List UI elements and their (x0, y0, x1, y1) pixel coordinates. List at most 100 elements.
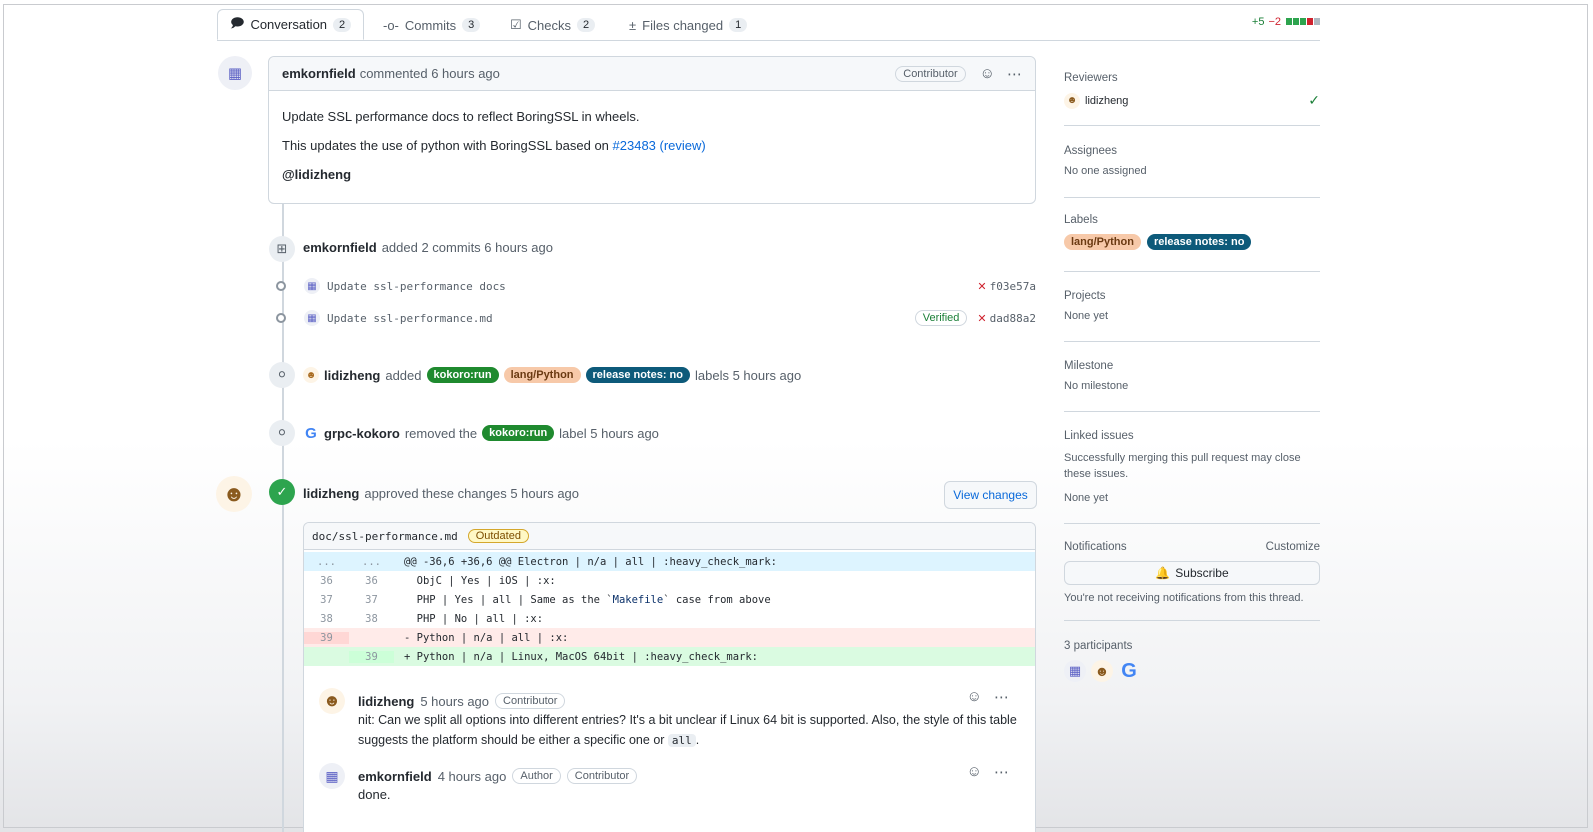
kebab-horizontal-icon[interactable]: ⋯ (994, 688, 1009, 706)
reviewer-name[interactable]: lidizheng (1085, 95, 1128, 107)
sidebar-section-title[interactable]: Projects (1064, 290, 1320, 302)
label-release-notes-no[interactable]: release notes: no (1146, 234, 1252, 250)
old-line-number[interactable]: 36 (304, 575, 349, 587)
commit-row: ▦ Update ssl-performance docs ✕ f03e57a (276, 278, 1036, 294)
event-author[interactable]: grpc-kokoro (324, 426, 400, 441)
divider (1064, 620, 1320, 621)
x-icon[interactable]: ✕ (977, 312, 986, 325)
label-release-notes-no[interactable]: release notes: no (585, 367, 690, 383)
comment-header: emkornfield commented 6 hours ago Contri… (269, 57, 1035, 91)
avatar[interactable]: ▦ (218, 56, 252, 90)
old-line-number[interactable]: 38 (304, 613, 349, 625)
author-badge: Author (512, 768, 561, 784)
event-verb: added (385, 367, 422, 383)
outdated-badge: Outdated (467, 529, 529, 543)
avatar[interactable]: ☻ (1064, 92, 1080, 109)
old-line-number[interactable]: 37 (304, 594, 349, 606)
avatar[interactable]: ☻ (1091, 660, 1113, 682)
sidebar-section-title[interactable]: Assignees (1064, 145, 1320, 157)
commit-message[interactable]: Update ssl-performance.md (327, 312, 493, 325)
avatar[interactable]: ☻ (216, 476, 252, 512)
x-icon[interactable]: ✕ (977, 280, 986, 293)
mention-text[interactable]: @lidizheng (282, 167, 351, 182)
tab-checks[interactable]: ☑ Checks 2 (510, 10, 596, 40)
additions-count: +5 (1251, 16, 1265, 28)
event-author[interactable]: lidizheng (324, 368, 380, 383)
deletions-count: −2 (1268, 16, 1281, 28)
new-line-number[interactable]: 38 (349, 613, 394, 625)
diff-file-path[interactable]: doc/ssl-performance.md (312, 530, 458, 543)
tab-conversation[interactable]: 🗩 Conversation 2 (217, 9, 365, 40)
avatar[interactable]: ▦ (304, 310, 320, 326)
diff-hunk-header[interactable]: ... ... @@ -36,6 +36,6 @@ Electron | n/a… (304, 552, 1035, 571)
new-line-number[interactable]: 39 (349, 650, 394, 663)
sidebar-section-title: 3 participants (1064, 640, 1133, 652)
event-author[interactable]: emkornfield (303, 240, 377, 255)
avatar[interactable]: ☻ (303, 367, 319, 383)
expand-hunk-right[interactable]: ... (349, 556, 394, 568)
comment-text: This updates the use of python with Bori… (282, 138, 1022, 153)
diffstat-blocks (1285, 16, 1320, 28)
sidebar-section-title[interactable]: Linked issues (1064, 430, 1320, 442)
milestone-value: No milestone (1064, 380, 1129, 392)
kebab-horizontal-icon[interactable]: ⋯ (994, 763, 1009, 781)
review-link[interactable]: #23483 (review) (613, 138, 706, 153)
label-kokoro-run[interactable]: kokoro:run (482, 425, 555, 441)
old-line-number[interactable]: 39 (304, 631, 349, 644)
commit-sha[interactable]: dad88a2 (990, 312, 1036, 325)
label-lang-python[interactable]: lang/Python (503, 367, 581, 383)
inline-code: all (667, 734, 696, 747)
tab-files-changed[interactable]: ± Files changed 1 (629, 10, 748, 40)
git-commit-icon: -o- (383, 17, 399, 33)
contributor-badge: Contributor (895, 65, 966, 82)
sidebar-notifications: Notifications Customize 🔔 Subscribe You'… (1064, 541, 1320, 621)
divider (1064, 271, 1320, 272)
commit-sha[interactable]: f03e57a (990, 280, 1036, 293)
label-kokoro-run[interactable]: kokoro:run (426, 367, 499, 383)
sidebar-section-title[interactable]: Milestone (1064, 360, 1320, 372)
avatar[interactable]: ▦ (1064, 660, 1086, 682)
tab-counter: 2 (333, 17, 352, 32)
view-changes-button[interactable]: View changes (944, 481, 1037, 509)
comment-timestamp[interactable]: commented 6 hours ago (360, 66, 500, 81)
review-comment-body: nit: Can we split all options into diffe… (319, 710, 1029, 751)
kebab-horizontal-icon[interactable]: ⋯ (1007, 65, 1022, 83)
google-logo-icon[interactable]: G (303, 425, 319, 442)
new-line-number[interactable]: 37 (349, 594, 394, 606)
reviewer-item[interactable]: ☻ lidizheng ✓ (1064, 92, 1320, 109)
comment-timestamp[interactable]: 4 hours ago (438, 769, 507, 784)
commits-event: emkornfield added 2 commits 6 hours ago (303, 240, 553, 255)
avatar[interactable]: ▦ (304, 278, 320, 294)
event-text: label 5 hours ago (559, 425, 659, 441)
google-logo-icon[interactable]: G (1118, 660, 1140, 682)
smiley-icon[interactable]: ☺ (967, 763, 982, 781)
customize-link[interactable]: Customize (1266, 541, 1320, 553)
comment-author[interactable]: emkornfield (358, 769, 432, 784)
file-diff-icon: ± (629, 17, 637, 33)
comment-timestamp[interactable]: 5 hours ago (420, 694, 489, 709)
sidebar-section-title[interactable]: Reviewers (1064, 72, 1320, 84)
divider (1064, 341, 1320, 342)
comment-author[interactable]: lidizheng (358, 694, 414, 709)
mention[interactable]: @lidizheng (282, 167, 1022, 182)
avatar[interactable]: ☻ (319, 688, 345, 714)
tag-icon: ⚪ (269, 362, 295, 388)
diff-code: + Python | n/a | Linux, MacOS 64bit | :h… (404, 650, 759, 663)
comment-discussion-icon: 🗩 (230, 14, 245, 30)
contributor-badge: Contributor (566, 768, 638, 784)
smiley-icon[interactable]: ☺ (980, 65, 995, 82)
event-author[interactable]: lidizheng (303, 486, 359, 501)
sidebar-section-title[interactable]: Labels (1064, 214, 1320, 226)
verified-badge[interactable]: Verified (914, 310, 968, 326)
label-lang-python[interactable]: lang/Python (1064, 234, 1141, 250)
subscribe-button[interactable]: 🔔 Subscribe (1064, 561, 1320, 585)
expand-hunk-left[interactable]: ... (304, 556, 349, 568)
smiley-icon[interactable]: ☺ (967, 688, 982, 706)
diff-line: 36 36 ObjC | Yes | iOS | :x: (304, 571, 1035, 590)
diff-code: PHP | No | all | :x: (404, 612, 544, 625)
new-line-number[interactable]: 36 (349, 575, 394, 587)
avatar[interactable]: ▦ (319, 763, 345, 789)
comment-author[interactable]: emkornfield (282, 66, 356, 81)
tab-commits[interactable]: -o- Commits 3 (383, 10, 481, 40)
commit-message[interactable]: Update ssl-performance docs (327, 280, 506, 293)
